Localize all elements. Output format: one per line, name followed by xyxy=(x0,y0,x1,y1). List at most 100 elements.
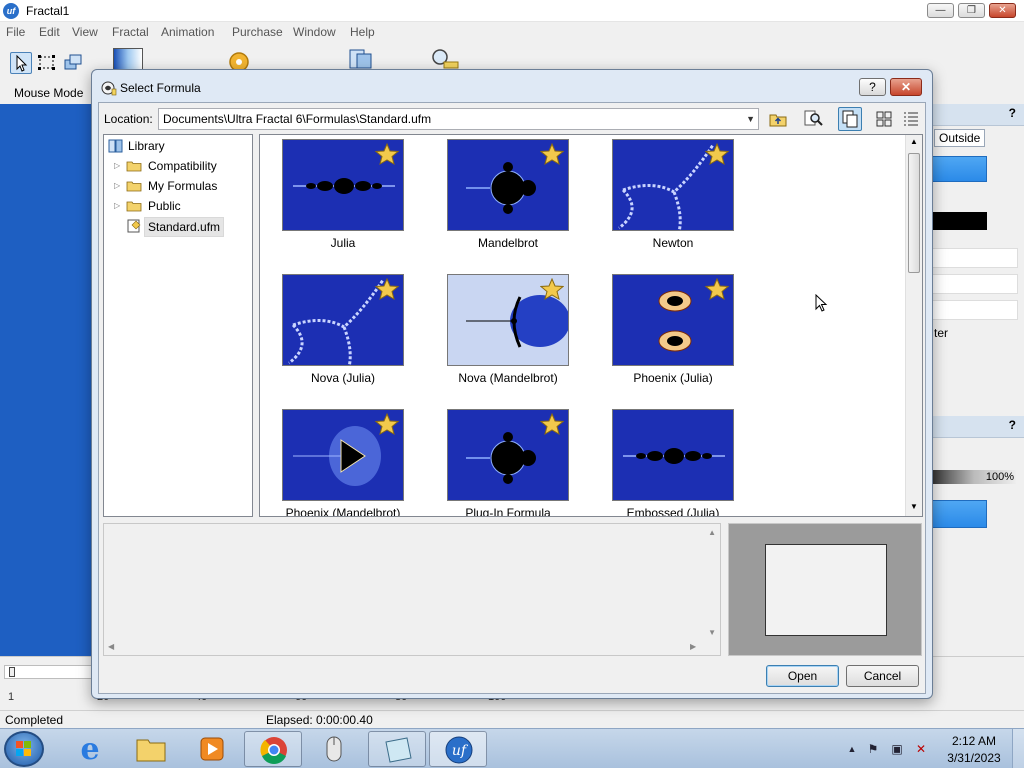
start-button[interactable] xyxy=(4,731,44,767)
timeline-slider-handle[interactable] xyxy=(9,667,15,677)
menu-file[interactable]: File xyxy=(6,25,25,39)
up-folder-icon[interactable] xyxy=(766,107,790,131)
formula-thumbnail[interactable] xyxy=(447,274,569,366)
opacity-bar[interactable]: 100% xyxy=(932,470,1016,484)
grid-scrollbar[interactable]: ▲ ▼ xyxy=(905,135,922,516)
panel-partial-label: ter xyxy=(934,326,949,340)
file-explorer-icon[interactable] xyxy=(122,731,180,767)
close-window-button[interactable]: ✕ xyxy=(989,3,1016,18)
open-button[interactable]: Open xyxy=(766,665,839,687)
magnifier-icon[interactable] xyxy=(430,48,459,70)
favorite-star-icon xyxy=(540,278,564,300)
tree-label: Library xyxy=(128,139,165,153)
formula-thumbnail[interactable] xyxy=(282,139,404,231)
tree-label: Compatibility xyxy=(148,159,217,173)
menu-purchase[interactable]: Purchase xyxy=(232,25,283,39)
scrollbar-thumb[interactable] xyxy=(908,153,920,273)
formula-thumbnail[interactable] xyxy=(612,139,734,231)
layers-icon[interactable] xyxy=(348,48,372,70)
formula-label: Julia xyxy=(330,236,356,250)
menu-edit[interactable]: Edit xyxy=(39,25,60,39)
ultra-fractal-taskbar-icon[interactable]: uf xyxy=(429,731,487,767)
dialog-close-button[interactable]: ✕ xyxy=(890,78,922,96)
minimize-button[interactable]: — xyxy=(927,3,954,18)
preview-view-icon[interactable] xyxy=(838,107,862,131)
title-bar: uf Fractal1 — ❐ ✕ xyxy=(0,0,1024,22)
formula-thumbnail[interactable] xyxy=(282,409,404,501)
fractal-canvas[interactable] xyxy=(0,104,92,656)
scroll-up-icon[interactable]: ▲ xyxy=(910,137,918,146)
color-swatch[interactable] xyxy=(932,212,987,230)
media-player-icon[interactable] xyxy=(183,731,241,767)
scroll-down-icon[interactable]: ▼ xyxy=(910,502,918,511)
menu-animation[interactable]: Animation xyxy=(161,25,214,39)
panel-field[interactable] xyxy=(932,248,1018,268)
timeline-track[interactable] xyxy=(4,665,92,679)
large-icons-view-icon[interactable] xyxy=(872,107,896,131)
zoom-selection-icon[interactable] xyxy=(36,52,58,74)
formula-label: Newton xyxy=(652,236,694,250)
panel-field[interactable] xyxy=(932,300,1018,320)
tree-label: Standard.ufm xyxy=(144,217,225,237)
panel-field[interactable] xyxy=(932,274,1018,294)
formula-label: Nova (Julia) xyxy=(310,371,376,385)
formula-description-pane: ▲ ▼ ◀ ▶ xyxy=(103,523,721,656)
scroll-down-icon[interactable]: ▼ xyxy=(708,628,716,637)
settings-gear-icon[interactable] xyxy=(224,48,249,72)
mouse-settings-icon[interactable] xyxy=(305,731,363,767)
scroll-left-icon[interactable]: ◀ xyxy=(108,642,114,651)
chevron-down-icon[interactable]: ▼ xyxy=(746,112,755,126)
network-icon[interactable]: ▣ xyxy=(890,742,904,756)
ultra-fractal-app-icon: uf xyxy=(3,3,19,19)
action-center-flag-icon[interactable]: ⚑ xyxy=(866,742,880,756)
timeline-tick: 1 xyxy=(8,691,15,703)
clock-date[interactable]: 3/31/2023 xyxy=(942,751,1006,765)
formula-thumbnail[interactable] xyxy=(447,139,569,231)
clock-time[interactable]: 2:12 AM xyxy=(946,734,1002,748)
cancel-button[interactable]: Cancel xyxy=(846,665,919,687)
show-desktop-button[interactable] xyxy=(1012,729,1024,768)
tab-outside[interactable]: Outside xyxy=(934,129,986,147)
gradient-editor-icon[interactable] xyxy=(113,48,143,70)
expand-icon[interactable]: ▷ xyxy=(114,197,120,215)
panel-help-icon[interactable]: ? xyxy=(1009,418,1016,432)
formula-thumbnail[interactable] xyxy=(612,409,734,501)
scroll-right-icon[interactable]: ▶ xyxy=(690,642,696,651)
menu-window[interactable]: Window xyxy=(293,25,336,39)
formula-thumbnail[interactable] xyxy=(282,274,404,366)
svg-text:e: e xyxy=(80,732,99,767)
formula-preview-pane xyxy=(728,523,922,656)
chrome-icon[interactable] xyxy=(244,731,302,767)
gradient-swatch[interactable] xyxy=(932,156,987,182)
status-text: Completed xyxy=(5,713,64,727)
location-combobox[interactable]: Documents\Ultra Fractal 6\Formulas\Stand… xyxy=(158,108,759,130)
search-formula-icon[interactable] xyxy=(801,107,825,131)
menu-help[interactable]: Help xyxy=(350,25,375,39)
volume-muted-icon[interactable]: ✕ xyxy=(914,742,928,756)
internet-explorer-icon[interactable]: e xyxy=(61,731,119,767)
expand-icon[interactable]: ▷ xyxy=(114,157,120,175)
dialog-title: Select Formula xyxy=(120,81,201,95)
formula-dialog-icon xyxy=(101,80,117,96)
list-view-icon[interactable] xyxy=(899,107,923,131)
maximize-button[interactable]: ❐ xyxy=(958,3,985,18)
formula-file-icon xyxy=(127,219,141,233)
menu-fractal[interactable]: Fractal xyxy=(112,25,149,39)
move-window-icon[interactable] xyxy=(62,52,84,74)
select-formula-dialog: Select Formula ? ✕ Location: Documents\U… xyxy=(91,69,933,699)
select-pointer-icon[interactable] xyxy=(10,52,32,74)
menu-view[interactable]: View xyxy=(72,25,98,39)
favorite-star-icon xyxy=(540,413,564,435)
tray-expand-icon[interactable]: ▲ xyxy=(845,742,859,756)
mouse-cursor-icon xyxy=(815,293,829,317)
expand-icon[interactable]: ▷ xyxy=(114,177,120,195)
formula-thumbnail[interactable] xyxy=(447,409,569,501)
formula-thumbnail[interactable] xyxy=(612,274,734,366)
formula-label: Nova (Mandelbrot) xyxy=(458,371,558,385)
dialog-help-button[interactable]: ? xyxy=(859,78,886,96)
notepad-icon[interactable] xyxy=(368,731,426,767)
windows-taskbar: e uf ▲ ⚑ ▣ ✕ 2:12 AM 3/31/2023 xyxy=(0,728,1024,768)
scroll-up-icon[interactable]: ▲ xyxy=(708,528,716,537)
layer-thumbnail[interactable] xyxy=(932,500,987,528)
panel-help-icon[interactable]: ? xyxy=(1009,106,1016,120)
